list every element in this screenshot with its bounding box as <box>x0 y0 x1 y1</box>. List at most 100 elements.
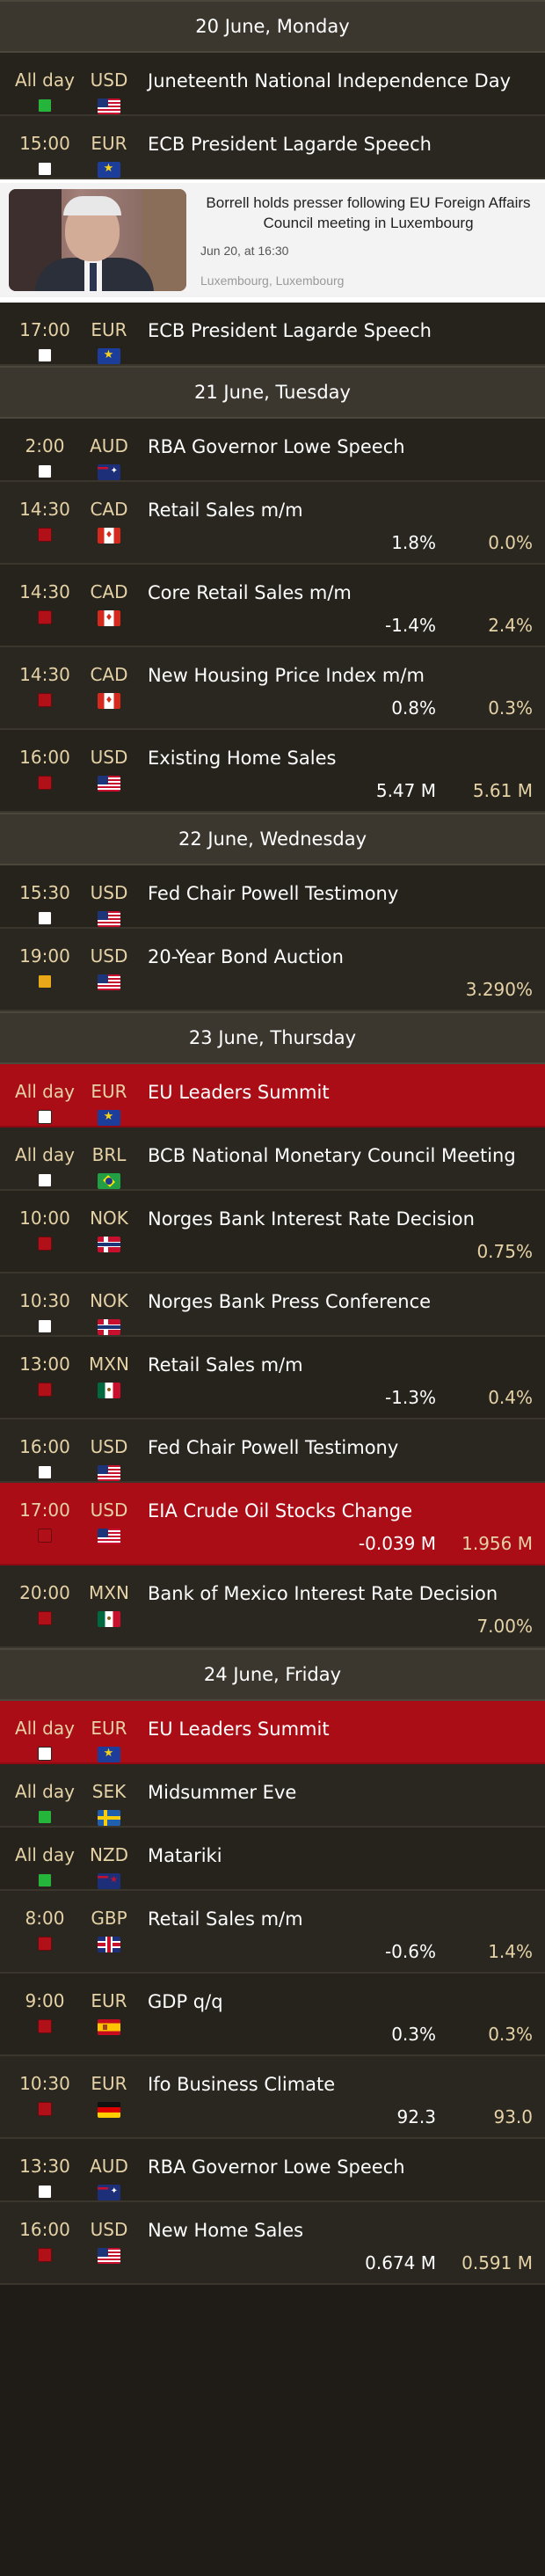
event-time-cell: 10:30 <box>0 1273 83 1335</box>
event-time: 13:30 <box>19 2156 70 2177</box>
event-name[interactable]: 20-Year Bond Auction <box>148 945 533 969</box>
event-name[interactable]: ECB President Lagarde Speech <box>148 132 533 157</box>
event-row[interactable]: 10:00 NOK Norges Bank Interest Rate Decisi… <box>0 1191 545 1273</box>
actual-value: 0.8% <box>391 697 436 719</box>
event-name[interactable]: ECB President Lagarde Speech <box>148 318 533 343</box>
us-flag-icon <box>98 1465 120 1481</box>
event-row[interactable]: 2:00 AUD RBA Governor Lowe Speech <box>0 419 545 482</box>
event-row[interactable]: 10:30 NOK Norges Bank Press Conference <box>0 1273 545 1337</box>
event-name[interactable]: Ifo Business Climate <box>148 2072 533 2097</box>
event-row[interactable]: All day EUR EU Leaders Summit <box>0 1064 545 1127</box>
mx-flag-icon <box>98 1383 120 1398</box>
event-body: EU Leaders Summit <box>135 1701 545 1762</box>
event-row[interactable]: 16:00 USD Fed Chair Powell Testimony <box>0 1419 545 1483</box>
event-row[interactable]: 14:30CADNew Housing Price Index m/m0.8%0… <box>0 647 545 730</box>
event-currency-cell: MXN <box>83 1337 135 1418</box>
event-row[interactable]: 15:00 EUR ECB President Lagarde Speech <box>0 116 545 179</box>
event-row[interactable]: 10:30 EUR Ifo Business Climate 92.3 93.0 <box>0 2056 545 2139</box>
event-time-cell: 17:00 <box>0 303 83 364</box>
event-name[interactable]: New Housing Price Index m/m <box>148 663 533 688</box>
event-name[interactable]: Matariki <box>148 1843 533 1868</box>
event-name[interactable]: New Home Sales <box>148 2218 533 2243</box>
event-time-cell: 8:00 <box>0 1891 83 1972</box>
event-name[interactable]: Norges Bank Press Conference <box>148 1289 533 1314</box>
br-flag-icon <box>98 1173 120 1189</box>
event-time-cell: 2:00 <box>0 419 83 480</box>
event-time: 14:30 <box>19 581 70 602</box>
event-row[interactable]: 13:00 MXN Retail Sales m/m -1.3% 0.4% <box>0 1337 545 1419</box>
event-time: 10:30 <box>19 2073 70 2094</box>
event-row[interactable]: All day USD Juneteenth National Independen… <box>0 53 545 116</box>
event-time: 13:00 <box>19 1354 70 1375</box>
event-values: 0.674 M 0.591 M <box>148 2251 533 2274</box>
importance-marker <box>38 1319 52 1333</box>
currency-code: MXN <box>89 1354 129 1375</box>
day-events: 15:30 USD Fed Chair Powell Testimony 19:00 U… <box>0 865 545 1011</box>
event-body: RBA Governor Lowe Speech <box>135 419 545 480</box>
event-row[interactable]: All day NZD Matariki <box>0 1828 545 1891</box>
event-row[interactable]: 20:00 MXN Bank of Mexico Interest Rate Dec… <box>0 1565 545 1648</box>
event-row[interactable]: 16:00 USD Existing Home Sales 5.47 M 5.61 M <box>0 730 545 813</box>
event-name[interactable]: Midsummer Eve <box>148 1780 533 1805</box>
currency-code: USD <box>90 1436 128 1457</box>
event-name[interactable]: Juneteenth National Independence Day <box>148 69 533 93</box>
event-row[interactable]: All day EUR EU Leaders Summit <box>0 1701 545 1764</box>
actual-value <box>339 978 436 1001</box>
currency-code: USD <box>90 69 128 91</box>
event-name[interactable]: Existing Home Sales <box>148 746 533 770</box>
event-time: 17:00 <box>19 319 70 340</box>
event-name[interactable]: BCB National Monetary Council Meeting <box>148 1143 533 1168</box>
event-row[interactable]: 8:00 GBP Retail Sales m/m -0.6% 1.4% <box>0 1891 545 1974</box>
news-title[interactable]: Borrell holds presser following EU Forei… <box>200 193 536 233</box>
event-name[interactable]: Fed Chair Powell Testimony <box>148 1435 533 1460</box>
event-row[interactable]: All day SEK Midsummer Eve <box>0 1764 545 1828</box>
event-row[interactable]: All day BRL BCB National Monetary Council … <box>0 1127 545 1191</box>
event-currency-cell: USD <box>83 53 135 114</box>
event-time-cell: All day <box>0 1701 83 1762</box>
event-currency-cell: USD <box>83 865 135 927</box>
importance-marker <box>38 528 52 542</box>
event-body: ECB President Lagarde Speech <box>135 116 545 178</box>
event-name[interactable]: Retail Sales m/m <box>148 1353 533 1377</box>
event-name[interactable]: Retail Sales m/m <box>148 1907 533 1931</box>
event-name[interactable]: Fed Chair Powell Testimony <box>148 881 533 906</box>
event-name[interactable]: RBA Governor Lowe Speech <box>148 2155 533 2179</box>
event-currency-cell: GBP <box>83 1891 135 1972</box>
event-currency-cell: SEK <box>83 1764 135 1826</box>
event-name[interactable]: EU Leaders Summit <box>148 1717 533 1741</box>
event-name[interactable]: Bank of Mexico Interest Rate Decision <box>148 1581 533 1606</box>
event-row[interactable]: 9:00 EUR GDP q/q 0.3% 0.3% <box>0 1974 545 2056</box>
event-name[interactable]: Retail Sales m/m <box>148 498 533 522</box>
event-row[interactable]: 14:30 CAD Core Retail Sales m/m -1.4% 2.4% <box>0 565 545 647</box>
eu-flag-icon <box>98 1110 120 1126</box>
event-body: Ifo Business Climate 92.3 93.0 <box>135 2056 545 2137</box>
event-name[interactable]: Core Retail Sales m/m <box>148 580 533 605</box>
forecast-value: 0.591 M <box>461 2252 533 2273</box>
currency-code: EUR <box>91 1718 127 1739</box>
event-currency-cell: NZD <box>83 1828 135 1889</box>
event-name[interactable]: GDP q/q <box>148 1989 533 2014</box>
event-name[interactable]: RBA Governor Lowe Speech <box>148 434 533 459</box>
event-row[interactable]: 14:30 CAD Retail Sales m/m 1.8% 0.0% <box>0 482 545 565</box>
news-card[interactable]: Borrell holds presser following EU Forei… <box>0 179 545 303</box>
event-name[interactable]: EIA Crude Oil Stocks Change <box>148 1499 533 1523</box>
de-flag-icon <box>98 2102 120 2118</box>
event-time-cell: All day <box>0 53 83 114</box>
event-name[interactable]: EU Leaders Summit <box>148 1080 533 1105</box>
event-body: GDP q/q 0.3% 0.3% <box>135 1974 545 2054</box>
event-name[interactable]: Norges Bank Interest Rate Decision <box>148 1207 533 1231</box>
event-body: Bank of Mexico Interest Rate Decision 7.0… <box>135 1565 545 1646</box>
event-row[interactable]: 17:00 USD EIA Crude Oil Stocks Change -0.03… <box>0 1483 545 1565</box>
actual-value: -0.039 M <box>358 1533 436 1554</box>
event-row[interactable]: 19:00 USD 20-Year Bond Auction 3.290% <box>0 929 545 1011</box>
event-time-cell: All day <box>0 1828 83 1889</box>
event-body: Midsummer Eve <box>135 1764 545 1826</box>
event-row[interactable]: 16:00 USD New Home Sales 0.674 M 0.591 M <box>0 2202 545 2285</box>
event-row[interactable]: 15:30 USD Fed Chair Powell Testimony <box>0 865 545 929</box>
event-row[interactable]: 17:00 EUR ECB President Lagarde Speech <box>0 303 545 366</box>
forecast-value: 0.3% <box>488 697 533 719</box>
currency-code: MXN <box>89 1582 129 1603</box>
event-row[interactable]: 13:30 AUD RBA Governor Lowe Speech <box>0 2139 545 2202</box>
